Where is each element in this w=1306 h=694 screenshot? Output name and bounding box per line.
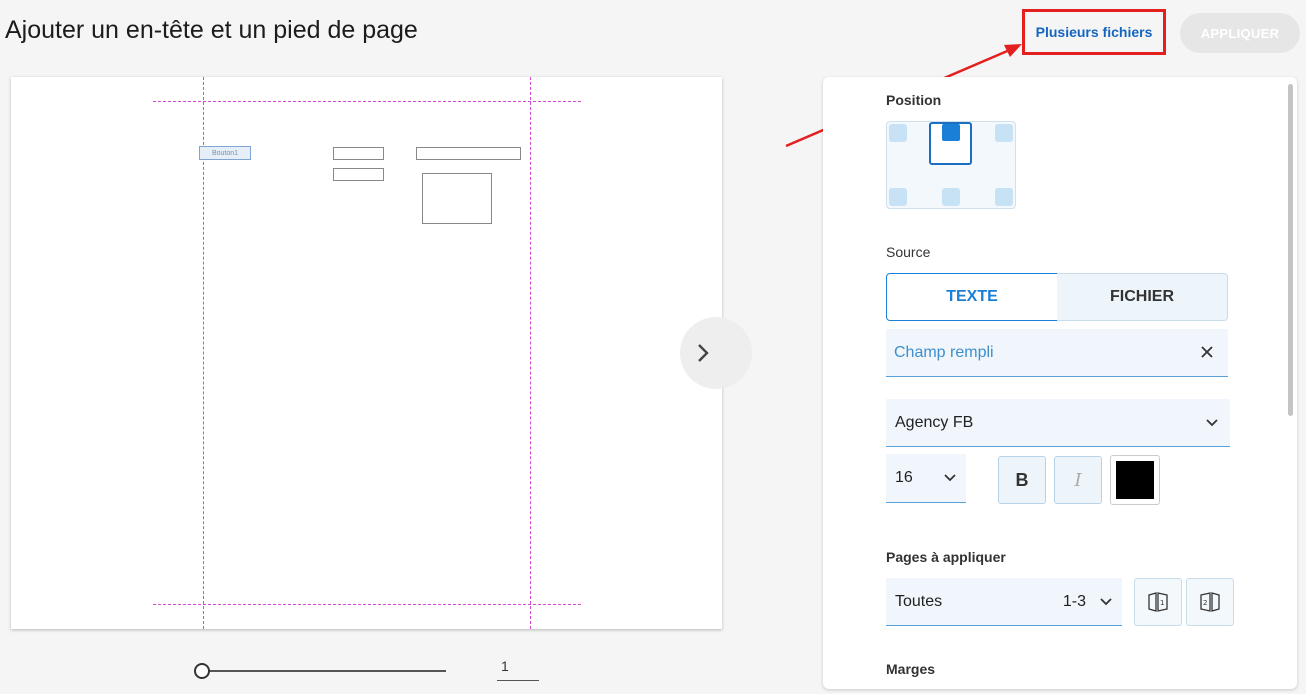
apply-button[interactable]: APPLIQUER: [1180, 13, 1300, 53]
position-bottom-center[interactable]: [942, 188, 960, 206]
chevron-right-icon: [698, 344, 709, 362]
odd-pages-icon: 1: [1148, 592, 1168, 612]
font-family-select[interactable]: Agency FB: [886, 399, 1230, 447]
font-size-value: 16: [895, 469, 913, 486]
zoom-slider-track[interactable]: [202, 670, 446, 672]
footer-margin-guide: [153, 604, 581, 605]
font-size-select[interactable]: 16: [886, 454, 966, 503]
position-top-right[interactable]: [995, 124, 1013, 142]
document-preview[interactable]: Bouton1: [11, 77, 722, 629]
position-bottom-right[interactable]: [995, 188, 1013, 206]
pages-range: 1-3: [1062, 592, 1086, 610]
form-button-field: Bouton1: [199, 146, 251, 160]
page-title: Ajouter un en-tête et un pied de page: [5, 16, 418, 44]
font-family-value: Agency FB: [895, 413, 974, 431]
page-number-input[interactable]: 1: [497, 658, 539, 681]
pages-value: Toutes: [895, 592, 943, 610]
form-text-field: [416, 147, 521, 160]
header-text-value: Champ rempli: [894, 343, 994, 361]
italic-label: I: [1074, 469, 1082, 491]
even-pages-icon: 2: [1200, 592, 1220, 612]
pages-label: Pages à appliquer: [886, 549, 1006, 565]
header-text-input[interactable]: Champ rempli: [886, 329, 1228, 377]
close-icon[interactable]: [1196, 341, 1218, 363]
even-pages-button[interactable]: 2: [1186, 578, 1234, 626]
source-text-tab[interactable]: TEXTE: [886, 273, 1058, 321]
chevron-down-icon: [1100, 597, 1112, 605]
position-bottom-left[interactable]: [889, 188, 907, 206]
form-image-field: [422, 173, 492, 224]
next-page-button[interactable]: [680, 317, 752, 389]
text-color-swatch: [1116, 461, 1154, 499]
odd-pages-button[interactable]: 1: [1134, 578, 1182, 626]
zoom-slider-handle[interactable]: [194, 663, 210, 679]
source-file-tab[interactable]: FICHIER: [1057, 273, 1228, 321]
chevron-down-icon: [1206, 418, 1218, 426]
source-label: Source: [886, 244, 931, 260]
bold-button[interactable]: B: [998, 456, 1046, 504]
text-color-button[interactable]: [1110, 455, 1160, 505]
position-top-left[interactable]: [889, 124, 907, 142]
svg-text:1: 1: [1160, 599, 1164, 607]
svg-text:2: 2: [1203, 599, 1207, 607]
chevron-down-icon: [944, 474, 956, 482]
italic-button[interactable]: I: [1054, 456, 1102, 504]
form-text-field: [333, 147, 384, 160]
header-margin-guide: [153, 101, 581, 102]
bold-label: B: [1015, 469, 1029, 490]
position-top-center-indicator: [942, 124, 960, 141]
pages-select[interactable]: Toutes 1-3: [886, 578, 1122, 626]
panel-scrollbar[interactable]: [1288, 84, 1293, 416]
multiple-files-button[interactable]: Plusieurs fichiers: [1022, 9, 1166, 55]
margins-label: Marges: [886, 661, 936, 677]
right-margin-guide: [530, 77, 531, 629]
position-label: Position: [886, 92, 942, 108]
form-text-field: [333, 168, 384, 181]
